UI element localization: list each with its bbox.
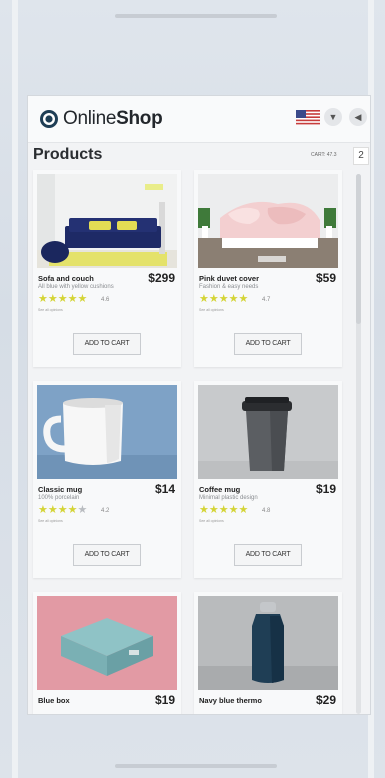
reviews-link[interactable]: See all opinions bbox=[38, 308, 63, 312]
brand-prefix: Online bbox=[63, 108, 117, 129]
product-image-sofa[interactable] bbox=[37, 174, 177, 268]
product-name[interactable]: Pink duvet cover bbox=[199, 274, 259, 283]
brand-logo[interactable]: OnlineShop bbox=[63, 108, 163, 130]
back-button[interactable]: ◀ bbox=[349, 108, 367, 126]
rating-value: 4.7 bbox=[262, 297, 271, 303]
shop-logo-icon bbox=[40, 110, 58, 128]
phone-frame: OnlineShop ▼ ◀ Products CART: 47.3 2 Sof… bbox=[0, 0, 385, 778]
product-name[interactable]: Blue box bbox=[38, 696, 70, 705]
rating-stars: ★★★★★ bbox=[38, 292, 87, 305]
reviews-link[interactable]: See all opinions bbox=[38, 519, 63, 523]
star-icon: ★ bbox=[38, 504, 48, 516]
reviews-link[interactable]: See all opinions bbox=[199, 308, 224, 312]
rating-stars: ★★★★★ bbox=[199, 503, 248, 516]
title-row: Products CART: 47.3 2 bbox=[28, 142, 370, 170]
product-card[interactable]: Classic mug $14 100% porcelain ★★★★★ 4.2… bbox=[33, 381, 181, 578]
product-name[interactable]: Coffee mug bbox=[199, 485, 240, 494]
add-to-cart-button[interactable]: ADD TO CART bbox=[234, 544, 302, 566]
star-icon: ★ bbox=[57, 293, 68, 305]
rating-value: 4.8 bbox=[262, 508, 271, 514]
product-image-thermo[interactable] bbox=[198, 596, 338, 690]
product-description: 100% porcelain bbox=[38, 495, 80, 501]
chevron-down-icon: ▼ bbox=[328, 112, 338, 122]
brand-suffix: Shop bbox=[116, 108, 163, 129]
product-image-duvet[interactable] bbox=[198, 174, 338, 268]
product-card[interactable]: Sofa and couch $299 All blue with yellow… bbox=[33, 170, 181, 367]
reviews-link[interactable]: See all opinions bbox=[199, 519, 224, 523]
star-icon: ★ bbox=[67, 504, 78, 516]
product-price: $19 bbox=[315, 482, 336, 496]
product-card[interactable]: Coffee mug $19 Minimal plastic design ★★… bbox=[194, 381, 342, 578]
scrollbar[interactable] bbox=[356, 174, 361, 714]
scrollbar-thumb[interactable] bbox=[356, 174, 361, 324]
app-screen: OnlineShop ▼ ◀ Products CART: 47.3 2 Sof… bbox=[28, 96, 370, 714]
rating-stars: ★★★★★ bbox=[199, 292, 248, 305]
product-name[interactable]: Navy blue thermo bbox=[199, 696, 262, 705]
star-icon: ★ bbox=[199, 504, 209, 516]
product-price: $19 bbox=[154, 693, 175, 707]
product-name[interactable]: Classic mug bbox=[38, 485, 82, 494]
product-description: All blue with yellow cushions bbox=[38, 284, 114, 290]
language-dropdown-button[interactable]: ▼ bbox=[324, 108, 342, 126]
star-empty-icon: ★ bbox=[77, 504, 88, 516]
product-name[interactable]: Sofa and couch bbox=[38, 274, 94, 283]
product-image-classic-mug[interactable] bbox=[37, 385, 177, 479]
product-price: $299 bbox=[148, 271, 175, 285]
star-icon: ★ bbox=[208, 293, 219, 305]
star-icon: ★ bbox=[238, 293, 249, 305]
star-icon: ★ bbox=[67, 293, 78, 305]
star-icon: ★ bbox=[208, 504, 219, 516]
star-icon: ★ bbox=[218, 293, 229, 305]
product-price: $59 bbox=[315, 271, 336, 285]
product-image-coffee-mug[interactable] bbox=[198, 385, 338, 479]
star-icon: ★ bbox=[47, 293, 58, 305]
rating-stars: ★★★★★ bbox=[38, 503, 87, 516]
product-image-blue-box[interactable] bbox=[37, 596, 177, 690]
rating-value: 4.6 bbox=[101, 297, 110, 303]
product-price: $14 bbox=[154, 482, 175, 496]
add-to-cart-button[interactable]: ADD TO CART bbox=[73, 333, 141, 355]
star-icon: ★ bbox=[77, 293, 88, 305]
star-icon: ★ bbox=[199, 293, 209, 305]
us-flag-icon[interactable] bbox=[296, 110, 320, 125]
product-description: Minimal plastic design bbox=[199, 495, 258, 501]
product-price: $29 bbox=[315, 693, 336, 707]
cart-total-label: CART: 47.3 bbox=[311, 152, 337, 158]
star-icon: ★ bbox=[238, 504, 249, 516]
star-icon: ★ bbox=[218, 504, 229, 516]
star-icon: ★ bbox=[47, 504, 58, 516]
star-icon: ★ bbox=[228, 504, 239, 516]
add-to-cart-button[interactable]: ADD TO CART bbox=[73, 544, 141, 566]
add-to-cart-button[interactable]: ADD TO CART bbox=[234, 333, 302, 355]
phone-home-bar bbox=[115, 764, 277, 768]
product-description: Fashion & easy needs bbox=[199, 284, 259, 290]
product-card[interactable]: Navy blue thermo $29 bbox=[194, 592, 342, 714]
phone-bezel-left bbox=[12, 0, 18, 778]
product-card[interactable]: Pink duvet cover $59 Fashion & easy need… bbox=[194, 170, 342, 367]
app-header: OnlineShop ▼ ◀ bbox=[28, 96, 370, 143]
star-icon: ★ bbox=[228, 293, 239, 305]
product-card[interactable]: Blue box $19 bbox=[33, 592, 181, 714]
page-title: Products bbox=[33, 146, 103, 163]
chevron-left-icon: ◀ bbox=[354, 111, 362, 122]
star-icon: ★ bbox=[57, 504, 68, 516]
phone-speaker bbox=[115, 14, 277, 18]
star-icon: ★ bbox=[38, 293, 48, 305]
rating-value: 4.2 bbox=[101, 508, 110, 514]
cart-count-badge[interactable]: 2 bbox=[353, 147, 369, 165]
